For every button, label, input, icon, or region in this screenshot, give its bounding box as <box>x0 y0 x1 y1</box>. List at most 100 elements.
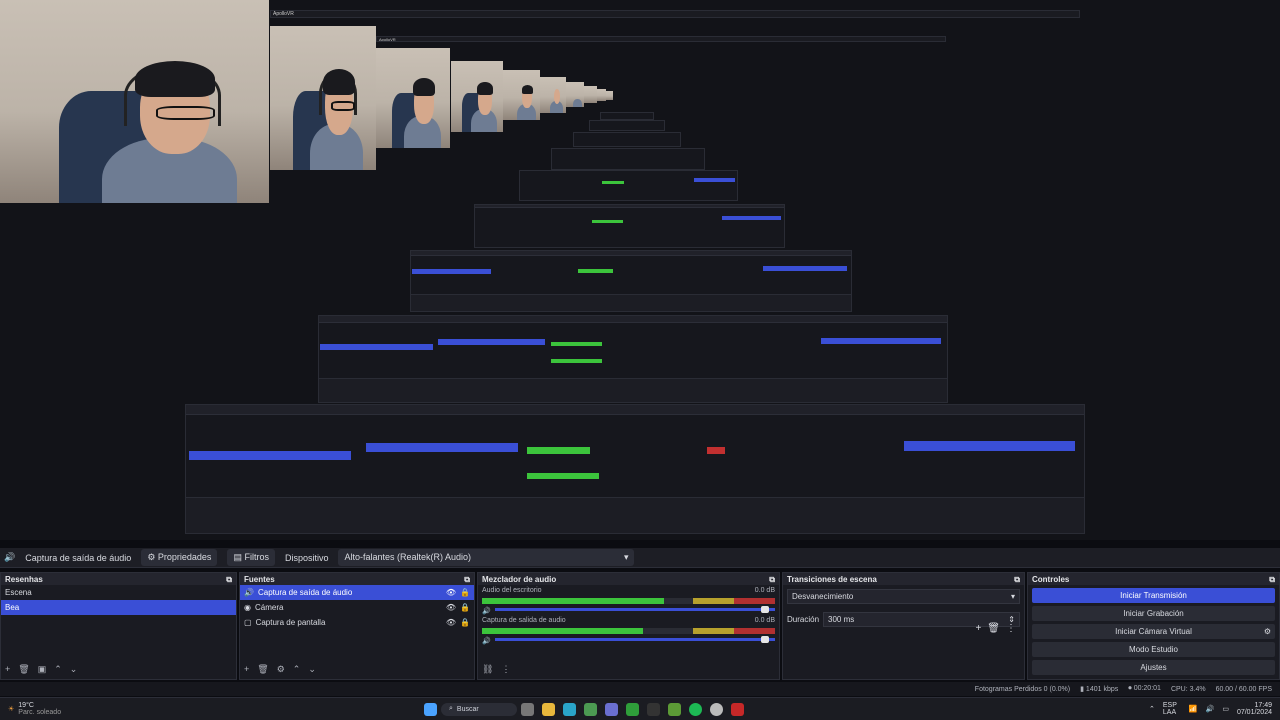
nested-window-frame-2: ApolloVR <box>376 36 946 42</box>
source-item[interactable]: ▢ Captura de pantalla 👁 🔒 <box>240 615 474 630</box>
volume-slider[interactable] <box>494 606 775 613</box>
start-stream-button[interactable]: Iniciar Transmisión <box>1032 588 1275 603</box>
mute-icon[interactable]: 🔊 <box>478 607 491 615</box>
add-icon[interactable]: + <box>244 664 249 675</box>
add-icon[interactable]: + <box>975 623 981 634</box>
nested-window-title-2: ApolloVR <box>379 37 396 42</box>
up-arrow-icon[interactable]: ⌃ <box>293 664 301 675</box>
trash-icon[interactable]: 🗑 <box>987 623 1000 634</box>
trash-icon[interactable]: 🗑 <box>257 664 268 675</box>
transitions-title: Transiciones de escena <box>787 575 877 584</box>
scenes-footer: + 🗑 ▣ ⌃ ⌄ <box>5 664 77 675</box>
dock-float-icon[interactable]: ⧉ <box>769 575 775 584</box>
device-label: Dispositivo <box>284 552 329 563</box>
audio-mixer-dock: Mezclador de audio ⧉ Audio del escritorio… <box>477 572 780 680</box>
nested-preview-8 <box>589 120 665 131</box>
transitions-dock: Transiciones de escena ⧉ Desvanecimiento ▾… <box>782 572 1025 680</box>
dock-float-icon[interactable]: ⧉ <box>464 575 470 584</box>
stream-time: ⏺ 00:20:01 <box>1128 685 1161 692</box>
trash-icon[interactable]: 🗑 <box>18 664 29 675</box>
mute-icon[interactable]: 🔊 <box>478 637 491 645</box>
red-app-icon[interactable] <box>731 702 744 716</box>
nested-preview-4 <box>474 204 785 248</box>
settings-button[interactable]: Ajustes <box>1032 660 1275 675</box>
tray-chevron-icon[interactable]: ⌃ <box>1149 705 1155 713</box>
scene-list: Escena Bea <box>1 585 236 615</box>
link-icon[interactable]: ⛓ <box>482 664 493 675</box>
windows-start-icon[interactable] <box>424 702 437 716</box>
dock-float-icon[interactable]: ⧉ <box>226 575 232 584</box>
file-explorer-icon[interactable] <box>542 702 555 716</box>
source-item[interactable]: ◉ Cámera 👁 🔒 <box>240 600 474 615</box>
nested-preview-5 <box>519 170 738 201</box>
monitor-icon: ▢ <box>244 618 252 627</box>
nested-window-title: ApolloVR <box>273 11 294 17</box>
eye-icon[interactable]: 👁 <box>446 588 456 597</box>
slider-knob[interactable] <box>761 606 770 613</box>
dock-float-icon[interactable]: ⧉ <box>1269 575 1275 584</box>
obs-icon[interactable] <box>647 702 660 716</box>
fps: 60.00 / 60.00 FPS <box>1215 685 1272 693</box>
volume-icon[interactable]: 🔊 <box>1206 705 1215 713</box>
system-tray: ⌃ ESP LAA 📶 🔊 ▭ 17:49 07/01/2024 <box>1149 702 1280 716</box>
source-label: Captura de pantalla <box>255 618 326 627</box>
nested-preview-2 <box>318 315 948 403</box>
dock-float-icon[interactable]: ⧉ <box>1014 575 1020 584</box>
filter-icon[interactable]: ▣ <box>38 664 47 675</box>
scene-item[interactable]: Bea <box>1 600 236 615</box>
meter-red-zone <box>733 598 775 604</box>
lock-icon[interactable]: 🔒 <box>460 603 470 612</box>
taskbar-search[interactable]: ⌕ Buscar <box>441 702 517 716</box>
speaker-icon: 🔊 <box>244 588 254 597</box>
language-indicator[interactable]: ESP LAA <box>1163 702 1181 716</box>
slider-knob[interactable] <box>761 636 770 643</box>
filters-button[interactable]: ▤ Filtros <box>227 549 275 566</box>
down-arrow-icon[interactable]: ⌄ <box>308 664 316 675</box>
clock[interactable]: 17:49 07/01/2024 <box>1237 702 1272 716</box>
up-arrow-icon[interactable]: ⌃ <box>54 664 62 675</box>
sources-dock: Fuentes ⧉ 🔊 Captura de saída de áudio 👁 🔒 ◉ Cá… <box>239 572 475 680</box>
properties-button[interactable]: ⚙ Propriedades <box>141 549 218 566</box>
more-icon[interactable]: ⋮ <box>501 664 510 675</box>
filters-label: Filtros <box>244 552 269 562</box>
store-icon[interactable] <box>605 702 618 716</box>
nested-window-frame-1: ApolloVR <box>270 10 1080 18</box>
weather-widget[interactable]: ☀ 19°C Parc. soleado <box>0 702 420 716</box>
source-toolbar: 🔊 Captura de saída de áudio ⚙ Propriedad… <box>0 548 1280 568</box>
more-icon[interactable]: ⋮ <box>1006 623 1016 634</box>
source-label: Captura de saída de áudio <box>257 588 353 597</box>
lock-icon[interactable]: 🔒 <box>460 588 470 597</box>
duration-label: Duración <box>787 615 820 624</box>
start-virtual-cam-button[interactable]: Iniciar Cámara Virtual ⚙ <box>1032 624 1275 639</box>
add-icon[interactable]: + <box>5 664 10 675</box>
studio-mode-button[interactable]: Modo Estudio <box>1032 642 1275 657</box>
minecraft-icon[interactable] <box>668 702 681 716</box>
transition-select[interactable]: Desvanecimiento ▾ <box>787 589 1020 604</box>
xbox-icon[interactable] <box>626 702 639 716</box>
eye-icon[interactable]: 👁 <box>446 603 456 612</box>
device-select[interactable]: Alto-falantes (Realtek(R) Audio) ▾ <box>338 549 635 566</box>
lock-icon[interactable]: 🔒 <box>460 618 470 627</box>
vr-app-icon[interactable] <box>710 702 723 716</box>
stream-time-value: 00:20:01 <box>1133 685 1161 692</box>
search-icon: ⌕ <box>449 705 453 712</box>
chrome-icon[interactable] <box>584 702 597 716</box>
gear-icon[interactable]: ⚙ <box>1264 627 1271 636</box>
down-arrow-icon[interactable]: ⌄ <box>70 664 78 675</box>
gear-icon[interactable]: ⚙ <box>277 664 285 675</box>
mixer-title: Mezclador de audio <box>482 575 557 584</box>
start-recording-button[interactable]: Iniciar Grabación <box>1032 606 1275 621</box>
spotify-icon[interactable] <box>689 702 702 716</box>
webcam-capture-3 <box>376 48 450 148</box>
task-view-icon[interactable] <box>521 702 534 716</box>
edge-icon[interactable] <box>563 702 576 716</box>
wifi-icon[interactable]: 📶 <box>1189 705 1198 713</box>
scene-item[interactable]: Escena <box>1 585 236 600</box>
source-item[interactable]: 🔊 Captura de saída de áudio 👁 🔒 <box>240 585 474 600</box>
volume-slider[interactable] <box>494 636 775 643</box>
eye-icon[interactable]: 👁 <box>446 618 456 627</box>
bitrate-value: 1401 kbps <box>1085 686 1119 693</box>
battery-icon[interactable]: ▭ <box>1222 705 1229 713</box>
preview-canvas[interactable]: ApolloVR ApolloVR <box>0 0 1280 540</box>
cpu-usage: CPU: 3.4% <box>1170 685 1206 693</box>
